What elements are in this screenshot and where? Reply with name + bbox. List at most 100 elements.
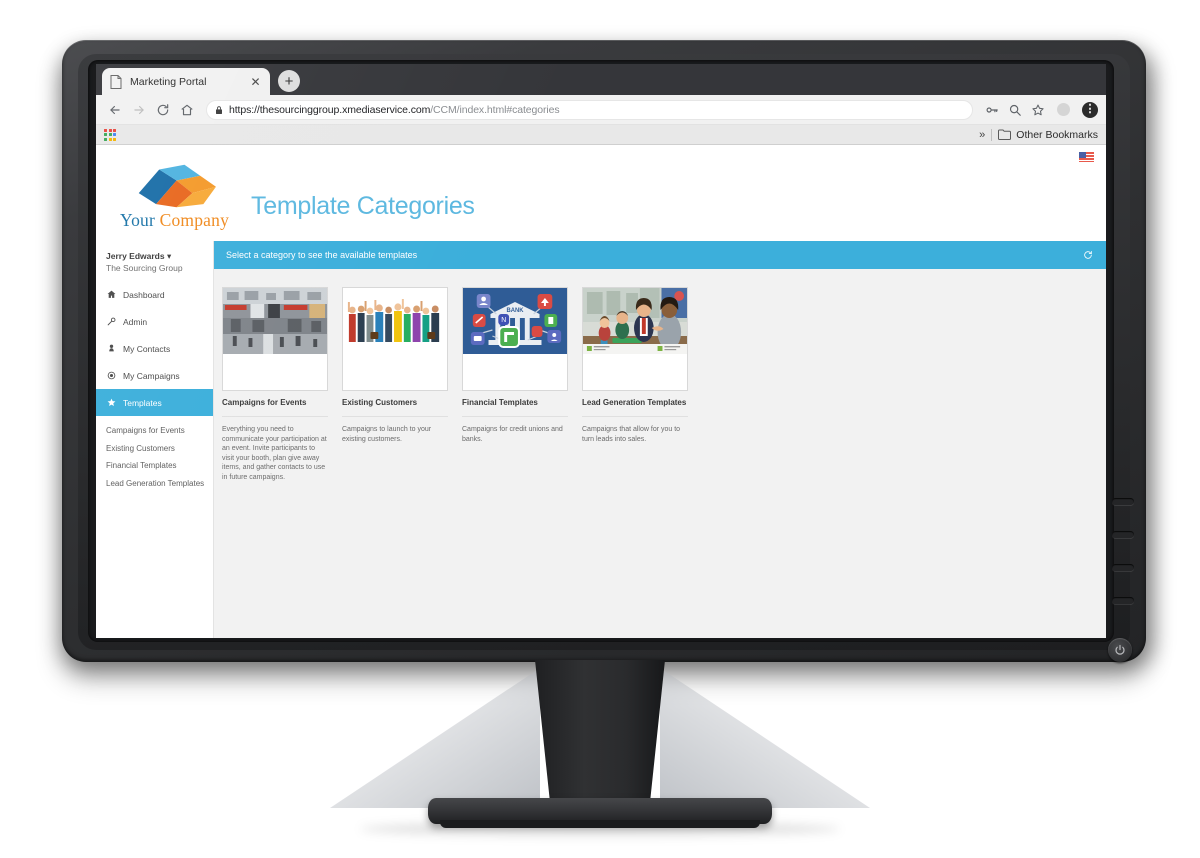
category-card[interactable]: Lead Generation Templates Campaigns that… bbox=[582, 287, 688, 444]
category-card[interactable]: Existing Customers Campaigns to launch t… bbox=[342, 287, 448, 444]
sidebar-item-label: My Campaigns bbox=[123, 370, 180, 381]
browser-tab-strip: Marketing Portal ✕ + bbox=[96, 64, 1106, 95]
address-bar[interactable]: https://thesourcinggroup.xmediaservice.c… bbox=[206, 99, 973, 120]
toolbar-actions: ⋮ bbox=[981, 99, 1098, 121]
browser-tab[interactable]: Marketing Portal ✕ bbox=[102, 68, 270, 95]
osd-button-1[interactable] bbox=[1112, 498, 1134, 505]
key-icon[interactable] bbox=[981, 99, 1003, 121]
brand-name: Your Company bbox=[120, 210, 230, 230]
sidebar-subitem-existing-customers[interactable]: Existing Customers bbox=[106, 440, 213, 458]
sidebar-subitem-campaigns-for-events[interactable]: Campaigns for Events bbox=[106, 422, 213, 440]
osd-button-3[interactable] bbox=[1112, 564, 1134, 571]
sidebar-item-label: Dashboard bbox=[123, 289, 165, 300]
category-card-thumbnail[interactable]: BANK N bbox=[462, 287, 568, 391]
category-card[interactable]: Campaigns for Events Everything you need… bbox=[222, 287, 328, 482]
sidebar-item-my-campaigns[interactable]: My Campaigns bbox=[96, 362, 213, 389]
app-body: Jerry Edwards ▾ The Sourcing Group Dashb… bbox=[96, 241, 1106, 638]
monitor-stand-neck bbox=[535, 660, 665, 808]
close-icon[interactable]: ✕ bbox=[249, 75, 262, 88]
back-arrow-icon[interactable] bbox=[104, 99, 126, 121]
sidebar-subitem-lead-generation-templates[interactable]: Lead Generation Templates bbox=[106, 475, 213, 493]
sidebar-item-templates[interactable]: Templates bbox=[96, 389, 213, 416]
bank-illustration: BANK N bbox=[463, 288, 567, 354]
crowd-of-people-photo bbox=[343, 288, 447, 354]
refresh-icon[interactable] bbox=[1082, 249, 1094, 261]
person-icon bbox=[106, 344, 116, 354]
bookmarks-bar: » Other Bookmarks bbox=[96, 125, 1106, 145]
category-card-thumbnail[interactable] bbox=[342, 287, 448, 391]
browser-toolbar: https://thesourcinggroup.xmediaservice.c… bbox=[96, 95, 1106, 125]
search-icon[interactable] bbox=[1004, 99, 1026, 121]
folder-icon bbox=[998, 129, 1012, 140]
target-icon bbox=[106, 371, 116, 381]
category-card-title: Financial Templates bbox=[462, 398, 538, 407]
more-menu-icon[interactable]: ⋮ bbox=[1082, 101, 1098, 118]
bookmarks-overflow-button[interactable]: » bbox=[979, 129, 985, 141]
power-icon bbox=[1115, 644, 1125, 655]
stand-reflection-left bbox=[330, 668, 540, 808]
other-bookmarks-label: Other Bookmarks bbox=[1016, 128, 1098, 141]
dashboard-icon bbox=[106, 290, 116, 300]
main-content: Select a category to see the available t… bbox=[214, 241, 1106, 638]
reload-icon[interactable] bbox=[152, 99, 174, 121]
category-banner: Select a category to see the available t… bbox=[214, 241, 1106, 269]
category-banner-text: Select a category to see the available t… bbox=[226, 250, 418, 260]
monitor-scene: Marketing Portal ✕ + https://thesourcing… bbox=[0, 0, 1200, 858]
sidebar-item-admin[interactable]: Admin bbox=[96, 308, 213, 335]
sidebar-user-name: Jerry Edwards ▾ bbox=[106, 251, 172, 261]
browser-window: Marketing Portal ✕ + https://thesourcing… bbox=[96, 64, 1106, 638]
star-icon bbox=[106, 398, 116, 408]
power-button[interactable] bbox=[1108, 638, 1132, 662]
sidebar-item-label: Admin bbox=[123, 316, 148, 327]
card-divider bbox=[582, 416, 688, 417]
address-bar-url: https://thesourcinggroup.xmediaservice.c… bbox=[229, 103, 560, 116]
category-card-description: Everything you need to communicate your … bbox=[222, 426, 327, 481]
sidebar-user[interactable]: Jerry Edwards ▾ The Sourcing Group bbox=[96, 247, 213, 281]
page-title: Template Categories bbox=[251, 192, 475, 220]
monitor-stand-foot bbox=[440, 820, 760, 828]
brand-logo[interactable]: Your Company bbox=[120, 160, 229, 241]
apps-grid-icon[interactable] bbox=[104, 128, 116, 141]
sidebar: Jerry Edwards ▾ The Sourcing Group Dashb… bbox=[96, 241, 214, 638]
sidebar-subnav: Campaigns for Events Existing Customers … bbox=[96, 416, 213, 492]
new-tab-button[interactable]: + bbox=[278, 70, 300, 92]
other-bookmarks-folder[interactable]: Other Bookmarks bbox=[998, 129, 1098, 141]
lock-icon bbox=[216, 105, 222, 114]
osd-button-2[interactable] bbox=[1112, 531, 1134, 538]
category-card[interactable]: BANK N Financial Templates Campaigns for… bbox=[462, 287, 568, 444]
card-divider bbox=[462, 416, 568, 417]
sidebar-user-org: The Sourcing Group bbox=[106, 263, 183, 273]
monitor-osd-buttons[interactable] bbox=[1112, 498, 1138, 630]
app-root: Your Company Template Categories Jerry E… bbox=[96, 145, 1106, 638]
category-card-title: Lead Generation Templates bbox=[582, 398, 687, 407]
avatar-icon[interactable] bbox=[1057, 103, 1070, 116]
forward-arrow-icon[interactable] bbox=[128, 99, 150, 121]
sidebar-item-label: My Contacts bbox=[123, 343, 171, 354]
star-icon[interactable] bbox=[1027, 99, 1049, 121]
category-card-thumbnail[interactable] bbox=[222, 287, 328, 391]
sidebar-item-label: Templates bbox=[123, 397, 162, 408]
category-card-title: Campaigns for Events bbox=[222, 398, 307, 407]
business-meeting-photo bbox=[583, 288, 687, 354]
page-icon bbox=[110, 74, 122, 89]
us-flag-icon[interactable] bbox=[1079, 152, 1094, 162]
home-icon[interactable] bbox=[176, 99, 198, 121]
osd-button-4[interactable] bbox=[1112, 597, 1134, 604]
card-divider bbox=[222, 416, 328, 417]
category-card-description: Campaigns that allow for you to turn lea… bbox=[582, 426, 681, 443]
category-card-description: Campaigns for credit unions and banks. bbox=[462, 426, 563, 443]
sidebar-subitem-financial-templates[interactable]: Financial Templates bbox=[106, 457, 213, 475]
category-card-description: Campaigns to launch to your existing cus… bbox=[342, 426, 432, 443]
svg-text:N: N bbox=[501, 317, 506, 324]
sidebar-item-dashboard[interactable]: Dashboard bbox=[96, 281, 213, 308]
category-card-thumbnail[interactable] bbox=[582, 287, 688, 391]
trade-show-photo bbox=[223, 288, 327, 354]
svg-text:BANK: BANK bbox=[507, 308, 525, 314]
card-divider bbox=[342, 416, 448, 417]
company-logo-icon bbox=[138, 164, 216, 208]
stand-reflection-right bbox=[660, 668, 870, 808]
bookmarks-separator bbox=[991, 128, 993, 141]
sidebar-item-my-contacts[interactable]: My Contacts bbox=[96, 335, 213, 362]
wrench-icon bbox=[106, 317, 116, 327]
